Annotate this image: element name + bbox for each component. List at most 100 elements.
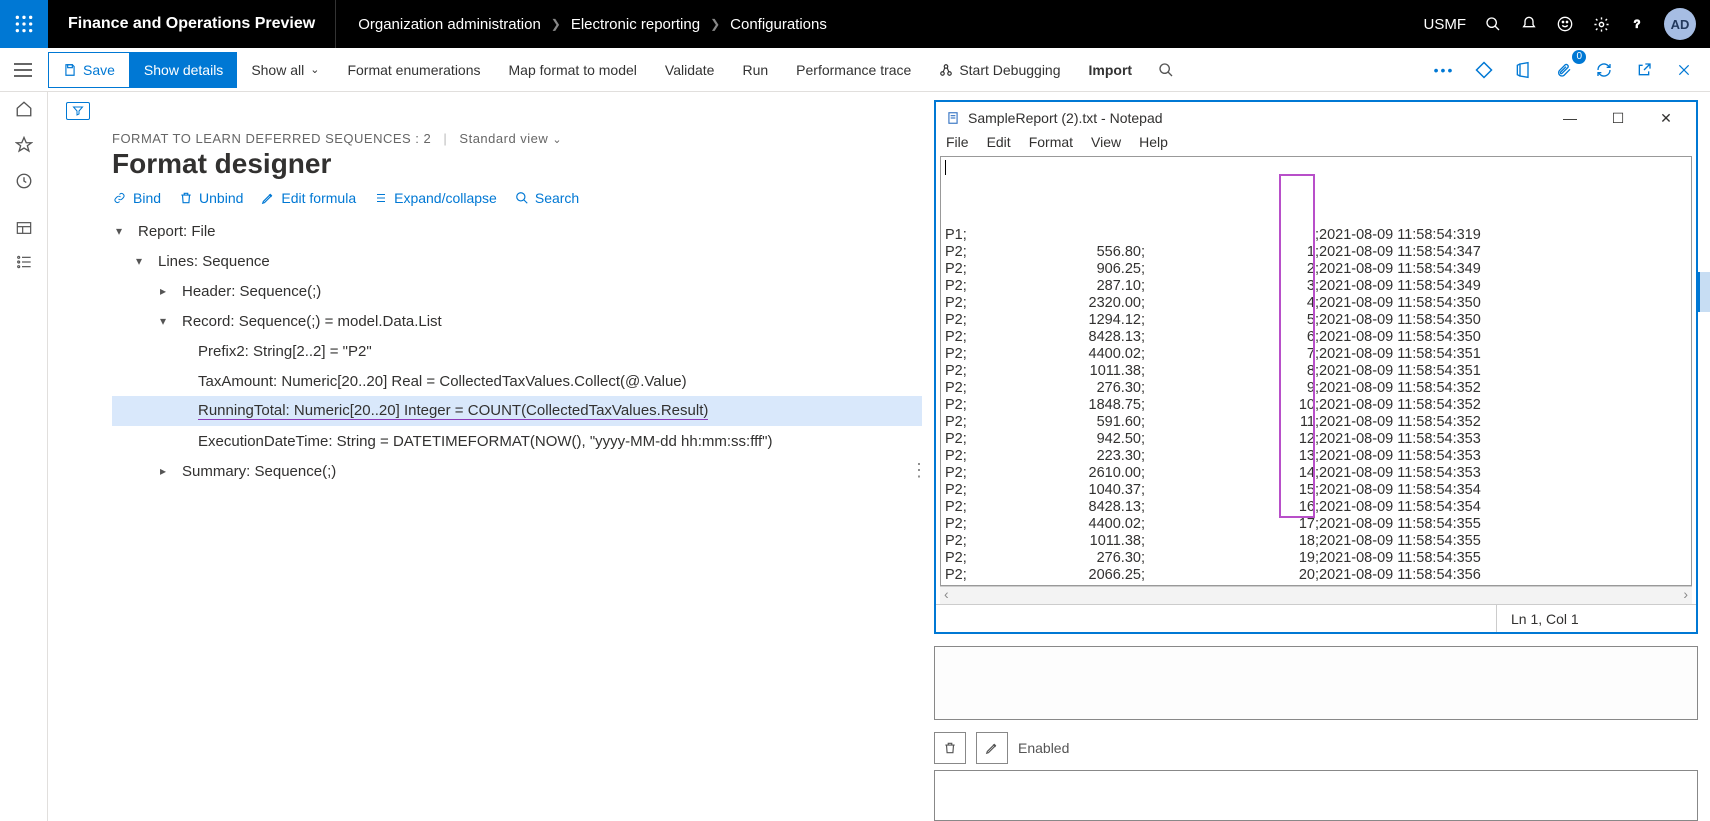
trash-icon	[179, 191, 193, 205]
text-row: P2;1011.38;18;2021-08-09 11:58:54:355	[945, 533, 1687, 550]
debug-icon	[939, 63, 953, 77]
text-row: P2;2320.00;4;2021-08-09 11:58:54:350	[945, 295, 1687, 312]
gear-icon[interactable]	[1592, 15, 1610, 33]
list-icon[interactable]	[15, 254, 33, 270]
page-title: Format designer	[112, 148, 922, 180]
menu-view[interactable]: View	[1091, 134, 1121, 150]
arrow-right-icon: ▸	[160, 284, 172, 298]
notepad-window: SampleReport (2).txt - Notepad — ☐ ✕ Fil…	[934, 100, 1698, 634]
hamburger-icon[interactable]	[0, 48, 46, 92]
unbind-button[interactable]: Unbind	[179, 190, 243, 206]
text-row: P2;287.10;3;2021-08-09 11:58:54:349	[945, 278, 1687, 295]
text-row: P2;2066.25;20;2021-08-09 11:58:54:356	[945, 567, 1687, 584]
search-button[interactable]: Search	[515, 190, 579, 206]
tree-node[interactable]: ▾Report: File	[112, 216, 922, 246]
workspace-icon[interactable]	[15, 220, 33, 236]
enabled-input[interactable]	[934, 770, 1698, 821]
more-icon[interactable]: •••	[1426, 52, 1462, 88]
badge-count: 0	[1572, 50, 1586, 64]
run-button[interactable]: Run	[728, 52, 782, 88]
format-enumerations-button[interactable]: Format enumerations	[333, 52, 494, 88]
bind-button[interactable]: Bind	[112, 190, 161, 206]
smiley-icon[interactable]	[1556, 15, 1574, 33]
expand-collapse-button[interactable]: Expand/collapse	[374, 190, 497, 206]
home-icon[interactable]	[15, 100, 33, 118]
status-position: Ln 1, Col 1	[1496, 605, 1696, 632]
text-row: P2;276.30;19;2021-08-09 11:58:54:355	[945, 550, 1687, 567]
arrow-down-icon: ▾	[116, 224, 128, 238]
arrow-down-icon: ▾	[136, 254, 148, 268]
popout-icon[interactable]	[1626, 52, 1662, 88]
diamond-icon[interactable]	[1466, 52, 1502, 88]
enabled-label: Enabled	[1018, 740, 1069, 756]
menu-help[interactable]: Help	[1139, 134, 1168, 150]
filter-icon[interactable]	[66, 102, 90, 120]
show-details-button[interactable]: Show details	[130, 52, 237, 88]
help-icon[interactable]: ?	[1628, 15, 1646, 33]
text-row: P2;556.80;1;2021-08-09 11:58:54:347	[945, 244, 1687, 261]
crumb-2[interactable]: Configurations	[730, 16, 827, 33]
tree-node[interactable]: Prefix2: String[2..2] = "P2"	[112, 336, 922, 366]
text-row: P2;1040.37;15;2021-08-09 11:58:54:354	[945, 482, 1687, 499]
splitter-handle[interactable]: ⋮	[910, 460, 928, 481]
close-icon[interactable]	[1666, 52, 1702, 88]
menu-format[interactable]: Format	[1029, 134, 1073, 150]
performance-trace-button[interactable]: Performance trace	[782, 52, 925, 88]
text-row: P2;4400.02;17;2021-08-09 11:58:54:355	[945, 516, 1687, 533]
search-icon[interactable]	[1484, 15, 1502, 33]
text-row: P2;942.50;12;2021-08-09 11:58:54:353	[945, 431, 1687, 448]
validate-button[interactable]: Validate	[651, 52, 729, 88]
text-row: P2;8428.13;6;2021-08-09 11:58:54:350	[945, 329, 1687, 346]
arrow-right-icon: ▸	[160, 464, 172, 478]
tree-node[interactable]: ▸Summary: Sequence(;)	[112, 456, 922, 486]
office-icon[interactable]	[1506, 52, 1542, 88]
bell-icon[interactable]	[1520, 15, 1538, 33]
pencil-icon[interactable]	[976, 732, 1008, 764]
company-selector[interactable]: USMF	[1424, 16, 1467, 33]
tree-node[interactable]: TaxAmount: Numeric[20..20] Real = Collec…	[112, 366, 922, 396]
text-row: P2;276.30;9;2021-08-09 11:58:54:352	[945, 380, 1687, 397]
refresh-icon[interactable]	[1586, 52, 1622, 88]
text-row: P2;223.30;13;2021-08-09 11:58:54:353	[945, 448, 1687, 465]
text-row: P2;8428.13;16;2021-08-09 11:58:54:354	[945, 499, 1687, 516]
chevron-down-icon: ⌄	[310, 63, 319, 76]
menu-edit[interactable]: Edit	[987, 134, 1011, 150]
avatar[interactable]: AD	[1664, 8, 1696, 40]
maximize-icon[interactable]: ☐	[1598, 110, 1638, 127]
star-icon[interactable]	[15, 136, 33, 154]
show-all-button[interactable]: Show all ⌄	[237, 52, 333, 88]
formula-textarea[interactable]	[934, 646, 1698, 720]
tree-node-selected[interactable]: RunningTotal: Numeric[20..20] Integer = …	[112, 396, 922, 426]
tree-node[interactable]: ExecutionDateTime: String = DATETIMEFORM…	[112, 426, 922, 456]
menu-file[interactable]: File	[946, 134, 969, 150]
clock-icon[interactable]	[15, 172, 33, 190]
app-launcher[interactable]	[0, 0, 48, 48]
attachments-icon[interactable]: 0	[1546, 52, 1582, 88]
save-button[interactable]: Save	[48, 52, 130, 88]
start-debugging-button[interactable]: Start Debugging	[925, 52, 1074, 88]
tree-node[interactable]: ▸Header: Sequence(;)	[112, 276, 922, 306]
chevron-right-icon: ❯	[710, 17, 720, 31]
side-panel-tab[interactable]	[1698, 272, 1710, 312]
text-row: P2;2610.00;14;2021-08-09 11:58:54:353	[945, 465, 1687, 482]
scrollbar-horizontal[interactable]	[940, 586, 1692, 604]
text-row: P1;;2021-08-09 11:58:54:319	[945, 227, 1687, 244]
notepad-body[interactable]: P1;;2021-08-09 11:58:54:319P2;556.80;1;2…	[940, 156, 1692, 586]
save-icon	[63, 63, 77, 77]
import-button[interactable]: Import	[1075, 52, 1147, 88]
text-row: P2;591.60;11;2021-08-09 11:58:54:352	[945, 414, 1687, 431]
delete-icon[interactable]	[934, 732, 966, 764]
tree-node[interactable]: ▾Record: Sequence(;) = model.Data.List	[112, 306, 922, 336]
crumb-1[interactable]: Electronic reporting	[571, 16, 700, 33]
edit-formula-button[interactable]: Edit formula	[261, 190, 356, 206]
app-title: Finance and Operations Preview	[48, 0, 336, 48]
view-selector[interactable]: Standard view ⌄	[459, 131, 562, 146]
crumb-0[interactable]: Organization administration	[358, 16, 541, 33]
chevron-right-icon: ❯	[551, 17, 561, 31]
breadcrumb: Organization administration ❯ Electronic…	[336, 16, 1409, 33]
map-format-button[interactable]: Map format to model	[495, 52, 651, 88]
close-icon[interactable]: ✕	[1646, 110, 1686, 127]
minimize-icon[interactable]: —	[1550, 110, 1590, 126]
search-icon[interactable]	[1148, 52, 1184, 88]
tree-node[interactable]: ▾Lines: Sequence	[112, 246, 922, 276]
